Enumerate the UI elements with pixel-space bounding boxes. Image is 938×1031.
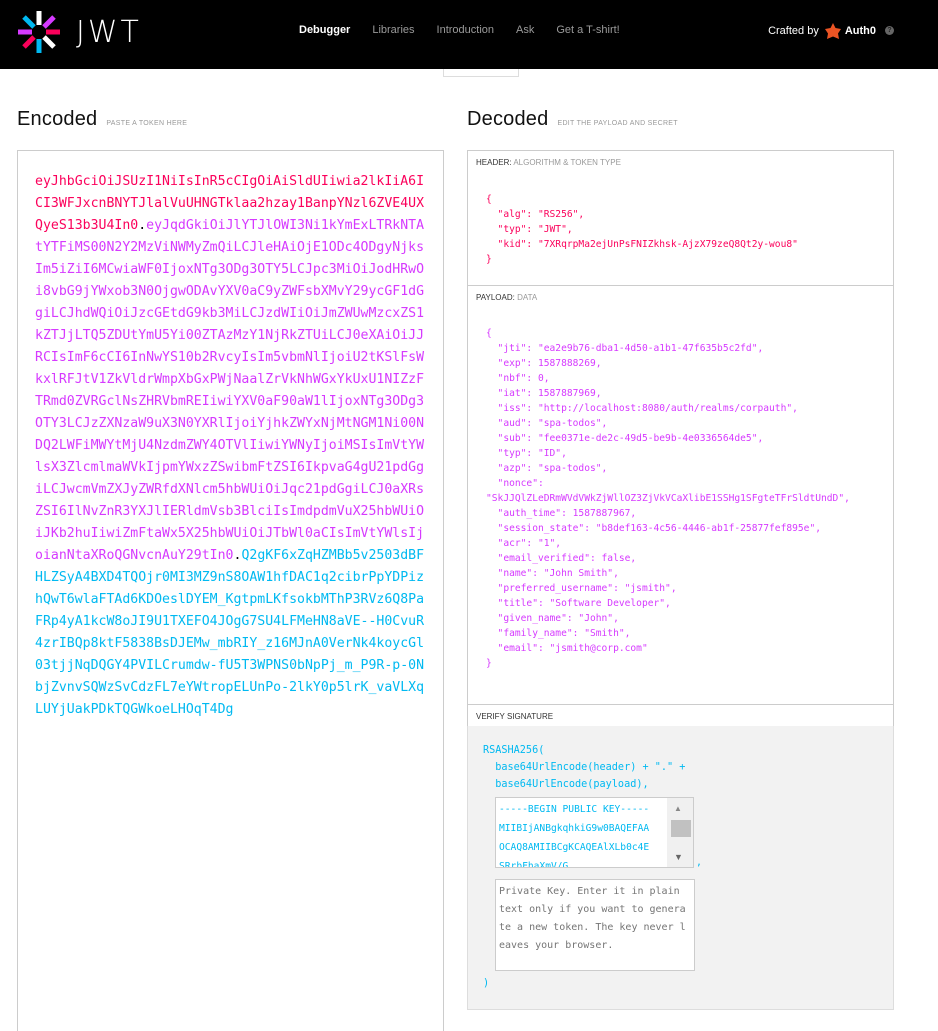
encoded-subtitle: PASTE A TOKEN HERE	[106, 120, 188, 127]
public-key-input[interactable]: -----BEGIN PUBLIC KEY----- MIIBIjANBgkqh…	[495, 797, 694, 868]
auth0-label: Auth0	[844, 25, 876, 37]
payload-panel-label: PAYLOAD:	[476, 293, 515, 302]
nav-libraries[interactable]: Libraries	[372, 24, 414, 36]
jwt-logo-icon	[18, 11, 60, 53]
encoded-token-input[interactable]: eyJhbGciOiJSUzI1NiIsInR5cCIgOiAiSldUIiwi…	[17, 150, 444, 1031]
mode-tab-stub	[443, 69, 519, 77]
verify-signature-panel: RSASHA256( base64UrlEncode(header) + "."…	[467, 726, 894, 1010]
crafted-by-label: Crafted by	[768, 25, 819, 37]
scroll-down-icon[interactable]: ▼	[674, 852, 683, 862]
jwt-wordmark: JWT	[76, 14, 142, 50]
header-panel-label: HEADER:	[476, 158, 512, 167]
code-close-paren: )	[483, 978, 490, 989]
private-key-input[interactable]	[495, 879, 695, 971]
code-comma: ,	[696, 857, 703, 868]
payload-panel-heading: PAYLOAD: DATA	[467, 285, 894, 308]
header-panel-sublabel: ALGORITHM & TOKEN TYPE	[513, 158, 621, 167]
help-icon[interactable]: ?	[885, 26, 894, 35]
nav-debugger[interactable]: Debugger	[299, 24, 350, 36]
token-payload-part: eyJqdGkiOiJlYTJlOWI3Ni1kYmExLTRkNTAtYTFi…	[35, 218, 425, 563]
verify-panel-heading: VERIFY SIGNATURE	[467, 704, 894, 727]
main-nav: Debugger Libraries Introduction Ask Get …	[299, 24, 642, 36]
nav-get-tshirt[interactable]: Get a T-shirt!	[556, 24, 619, 36]
encoded-title: Encoded	[17, 108, 98, 130]
header-json-editor[interactable]: { "alg": "RS256", "typ": "JWT", "kid": "…	[467, 172, 894, 285]
payload-panel-sublabel: DATA	[517, 293, 538, 302]
token-dot: .	[138, 218, 147, 233]
payload-json-editor[interactable]: { "jti": "ea2e9b76-dba1-4d50-a1b1-47f635…	[467, 307, 894, 704]
jwt-logo[interactable]: JWT	[16, 9, 142, 55]
decoded-subtitle: EDIT THE PAYLOAD AND SECRET	[557, 120, 678, 127]
public-key-text[interactable]: -----BEGIN PUBLIC KEY----- MIIBIjANBgkqh…	[496, 798, 693, 867]
crafted-by-auth0[interactable]: Crafted by Auth0	[768, 23, 876, 39]
public-key-scrollbar[interactable]: ▲ ▼	[667, 798, 693, 867]
token-signature-part: Q2gKF6xZqHZMBb5v2503dBFHLZSyA4BXD4TQOjr0…	[35, 548, 425, 717]
scroll-thumb[interactable]	[671, 820, 691, 837]
encoded-token-text[interactable]: eyJhbGciOiJSUzI1NiIsInR5cCIgOiAiSldUIiwi…	[35, 171, 426, 721]
decoded-heading: Decoded EDIT THE PAYLOAD AND SECRET	[467, 108, 678, 131]
header-panel-heading: HEADER: ALGORITHM & TOKEN TYPE	[467, 150, 894, 173]
verify-panel-label: VERIFY SIGNATURE	[476, 712, 554, 721]
header-json[interactable]: { "alg": "RS256", "typ": "JWT", "kid": "…	[486, 192, 875, 267]
encoded-heading: Encoded PASTE A TOKEN HERE	[17, 108, 187, 131]
verify-code: RSASHA256( base64UrlEncode(header) + "."…	[483, 745, 686, 790]
nav-ask[interactable]: Ask	[516, 24, 534, 36]
top-navbar: JWT Debugger Libraries Introduction Ask …	[0, 0, 938, 69]
auth0-shield-icon	[824, 23, 841, 39]
decoded-title: Decoded	[467, 108, 549, 130]
payload-json[interactable]: { "jti": "ea2e9b76-dba1-4d50-a1b1-47f635…	[486, 326, 875, 671]
nav-introduction[interactable]: Introduction	[437, 24, 494, 36]
scroll-up-icon[interactable]: ▲	[674, 804, 682, 813]
